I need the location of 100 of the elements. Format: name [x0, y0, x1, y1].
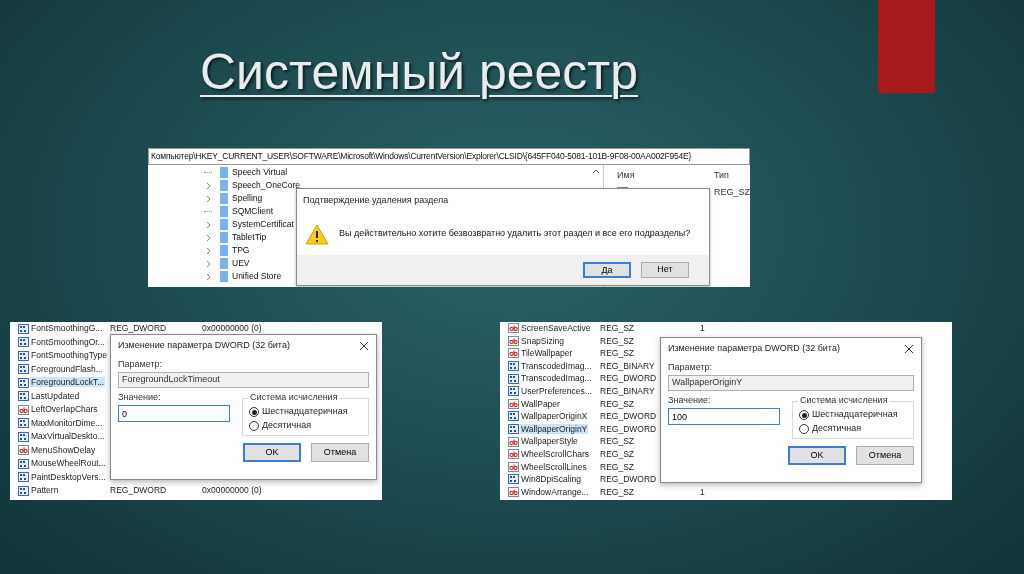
- radio-option[interactable]: Шестнадцатеричная: [799, 409, 907, 421]
- value-type: REG_BINARY: [600, 385, 655, 396]
- value-type: REG_SZ: [600, 486, 634, 497]
- dialog-button[interactable]: Нет: [641, 262, 689, 278]
- value-name[interactable]: ScreenSaveActive: [520, 323, 592, 333]
- binary-value-icon: [18, 364, 29, 375]
- value-data: 0x00000000 (0): [202, 484, 262, 497]
- slide-title: Системный реестр: [200, 43, 639, 102]
- tree-item[interactable]: SystemCertificat: [232, 218, 294, 231]
- value-data: 1: [700, 485, 705, 499]
- value-name[interactable]: SnapSizing: [520, 335, 565, 346]
- binary-value-icon: [18, 472, 29, 483]
- tree-item[interactable]: Spelling: [232, 192, 263, 205]
- dialog-button[interactable]: OK: [243, 443, 301, 462]
- string-value-icon: [508, 398, 519, 409]
- warning-icon: [305, 223, 329, 245]
- tree-item[interactable]: Speech Virtual: [232, 166, 288, 179]
- value-type: REG_DWORD: [600, 474, 657, 485]
- value-name[interactable]: TranscodedImag...: [520, 373, 593, 384]
- binary-value-icon: [18, 323, 29, 334]
- dialog-button[interactable]: Отмена: [856, 446, 914, 465]
- value-name[interactable]: MouseWheelRout...: [30, 458, 107, 468]
- value-name[interactable]: PaintDesktopVers...: [30, 471, 107, 482]
- binary-value-icon: [508, 373, 519, 384]
- radio-circle[interactable]: [249, 407, 259, 417]
- value-input[interactable]: 0: [118, 405, 230, 422]
- value-name[interactable]: UserPreferences...: [520, 385, 593, 396]
- value-type: REG_SZ: [600, 461, 634, 472]
- dialog-button[interactable]: Отмена: [311, 443, 369, 462]
- parameter-field: ForegroundLockTimeout: [118, 372, 369, 388]
- column-header[interactable]: Имя: [617, 169, 714, 183]
- value-name[interactable]: MaxVirtualDeskto...: [30, 431, 106, 441]
- parameter-label: Параметр:: [118, 359, 163, 370]
- value-name[interactable]: LastUpdated: [30, 390, 81, 401]
- value-name[interactable]: TileWallpaper: [520, 348, 574, 359]
- scroll-up-icon[interactable]: [592, 169, 600, 174]
- radio-circle[interactable]: [799, 410, 809, 420]
- binary-value-icon: [18, 391, 29, 402]
- value-name[interactable]: ForegroundFlash...: [30, 363, 104, 374]
- close-icon[interactable]: [904, 344, 914, 354]
- value-name[interactable]: WallpaperStyle: [520, 436, 579, 447]
- radio-option[interactable]: Десятичная: [249, 420, 362, 432]
- value-name[interactable]: WallPaper: [520, 398, 561, 409]
- binary-value-icon: [508, 361, 519, 372]
- value-type: REG_SZ: [714, 185, 750, 199]
- tree-item[interactable]: TabletTip: [232, 231, 267, 244]
- value-name[interactable]: Pattern: [30, 485, 60, 495]
- value-name[interactable]: WheelScrollLines: [520, 461, 588, 472]
- value-name[interactable]: WheelScrollChars: [520, 448, 591, 459]
- binary-value-icon: [18, 337, 29, 348]
- binary-value-icon: [18, 418, 29, 429]
- value-type: REG_DWORD: [600, 373, 657, 384]
- binary-value-icon: [18, 485, 29, 496]
- value-type: REG_SZ: [600, 323, 634, 333]
- string-value-icon: [508, 335, 519, 346]
- folder-icon: [220, 232, 228, 243]
- folder-icon: [220, 258, 228, 269]
- value-name[interactable]: MenuShowDelay: [30, 444, 97, 455]
- value-name[interactable]: ForegroundLockT...: [30, 377, 106, 387]
- value-name[interactable]: Win8DpiScaling: [520, 474, 582, 485]
- value-name[interactable]: FontSmoothingOr...: [30, 336, 106, 347]
- tree-item[interactable]: Speech_OneCore: [232, 179, 301, 192]
- string-value-icon: [508, 449, 519, 460]
- value-name[interactable]: WallpaperOriginY: [520, 423, 589, 434]
- dialog-button[interactable]: OK: [788, 446, 846, 465]
- radio-option[interactable]: Шестнадцатеричная: [249, 406, 362, 418]
- tree-item[interactable]: SQMClient: [232, 205, 274, 218]
- value-type: REG_DWORD: [600, 423, 657, 434]
- string-value-icon: [508, 436, 519, 447]
- column-header[interactable]: Тип: [714, 169, 729, 183]
- group-label: Система исчисления: [798, 395, 890, 406]
- value-label: Значение:: [118, 392, 162, 403]
- binary-value-icon: [508, 424, 519, 435]
- binary-value-icon: [18, 377, 29, 388]
- value-type: REG_SZ: [600, 348, 634, 359]
- value-type: REG_DWORD: [110, 323, 167, 333]
- close-icon[interactable]: [359, 341, 369, 351]
- value-name[interactable]: TranscodedImag...: [520, 360, 593, 371]
- folder-icon: [220, 219, 228, 230]
- value-name[interactable]: WallpaperOriginX: [520, 411, 589, 422]
- value-name[interactable]: MaxMonitorDime...: [30, 417, 104, 428]
- folder-icon: [220, 245, 228, 256]
- string-value-icon: [508, 461, 519, 472]
- dialog-button[interactable]: Да: [583, 262, 631, 278]
- dialog-title: Подтверждение удаления раздела: [303, 194, 449, 208]
- tree-item[interactable]: TPG: [232, 244, 250, 257]
- binary-value-icon: [18, 458, 29, 469]
- radio-option[interactable]: Десятичная: [799, 423, 907, 435]
- value-type: REG_SZ: [600, 335, 634, 346]
- value-input[interactable]: 100: [668, 408, 780, 425]
- dialog-message: Вы действительно хотите безвозвратно удалить этот раздел и все его подразделы?: [339, 227, 691, 241]
- folder-icon: [220, 180, 228, 191]
- value-name[interactable]: FontSmoothingG...: [30, 323, 104, 333]
- value-name[interactable]: FontSmoothingType: [30, 350, 109, 360]
- tree-item[interactable]: Unified Store: [232, 270, 282, 283]
- value-name[interactable]: WindowArrange...: [520, 486, 590, 497]
- value-data: 1: [700, 322, 705, 335]
- value-name[interactable]: LeftOverlapChars: [30, 404, 99, 414]
- dialog-title: Изменение параметра DWORD (32 бита): [668, 342, 840, 356]
- tree-item[interactable]: UEV: [232, 257, 250, 270]
